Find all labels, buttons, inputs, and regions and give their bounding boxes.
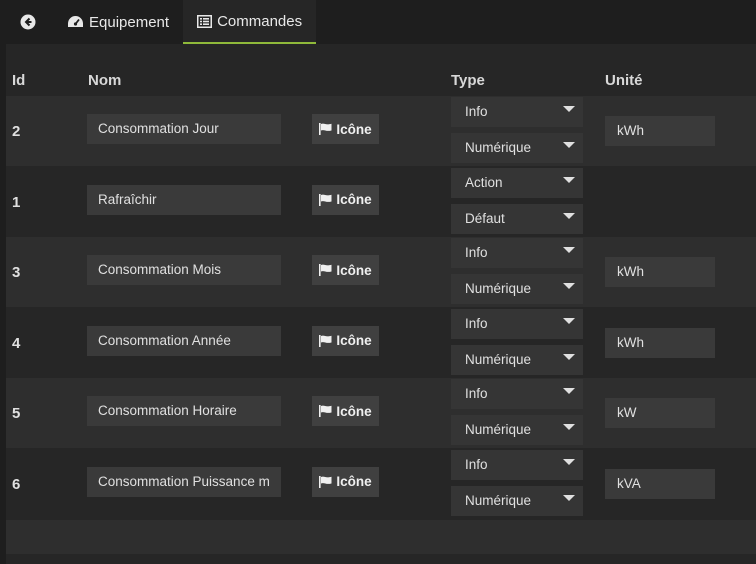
header-id: Id	[12, 72, 26, 89]
caret-down-icon	[563, 424, 575, 430]
type-select[interactable]: Info	[451, 449, 583, 480]
caret-down-icon	[563, 106, 575, 112]
caret-down-icon	[563, 494, 575, 501]
caret-down-icon	[563, 353, 575, 360]
icon-button-label: Icône	[336, 121, 372, 137]
type-select-value: Info	[465, 386, 488, 401]
tab-bar: Equipement Commandes	[6, 0, 756, 44]
flag-icon	[319, 193, 332, 206]
table-row: 5 Consommation Horaire Icône Info Numéri…	[6, 378, 756, 448]
caret-down-icon	[563, 458, 575, 465]
table-row: 1 Rafraîchir Icône Action Défaut	[6, 166, 756, 237]
command-name-input[interactable]: Rafraîchir	[87, 184, 281, 215]
icon-button[interactable]: Icône	[312, 114, 379, 144]
caret-down-icon	[563, 212, 575, 219]
type-select-value: Info	[465, 456, 488, 472]
type-select[interactable]: Info	[451, 308, 583, 339]
caret-down-icon	[563, 247, 575, 253]
icon-button-label: Icône	[336, 333, 372, 348]
command-id: 2	[12, 123, 21, 140]
icon-button[interactable]: Icône	[312, 396, 379, 426]
command-id: 5	[12, 405, 21, 422]
caret-down-icon	[563, 142, 575, 148]
caret-down-icon	[563, 388, 575, 394]
type-select-value: Info	[465, 245, 488, 260]
table-row: 2 Consommation Jour Icône Info Numérique…	[6, 96, 756, 166]
subtype-select-value: Numérique	[465, 422, 532, 437]
type-select[interactable]: Info	[451, 97, 583, 127]
command-id: 6	[12, 475, 21, 493]
unit-input[interactable]: kWh	[605, 257, 715, 287]
icon-button[interactable]: Icône	[312, 255, 379, 285]
subtype-select-value: Numérique	[465, 140, 532, 155]
type-select[interactable]: Info	[451, 238, 583, 268]
subtype-select[interactable]: Numérique	[451, 485, 583, 516]
tab-equipement[interactable]: Equipement	[53, 0, 183, 44]
flag-icon	[319, 264, 332, 276]
icon-button-label: Icône	[336, 262, 372, 278]
commands-panel: Id Nom Type Unité 2 Consommation Jour Ic…	[6, 44, 756, 564]
header-type: Type	[451, 72, 485, 89]
flag-icon	[319, 334, 332, 347]
flag-icon	[319, 475, 332, 488]
tachometer-icon	[68, 16, 83, 27]
type-select[interactable]: Action	[451, 167, 583, 198]
type-select-value: Action	[465, 174, 503, 190]
command-name-input[interactable]: Consommation Année	[87, 325, 281, 356]
tab-commandes[interactable]: Commandes	[183, 0, 317, 44]
command-id: 3	[12, 264, 21, 281]
table-row: 4 Consommation Année Icône Info Numériqu…	[6, 307, 756, 378]
tab-commandes-label: Commandes	[217, 12, 303, 30]
header-unite: Unité	[605, 72, 643, 89]
command-id: 4	[12, 334, 21, 352]
command-name-input[interactable]: Consommation Puissance m	[87, 466, 281, 497]
icon-button-label: Icône	[336, 192, 372, 207]
icon-button-label: Icône	[336, 403, 372, 419]
subtype-select[interactable]: Numérique	[451, 274, 583, 304]
list-alt-icon	[197, 14, 213, 28]
icon-button-label: Icône	[336, 474, 372, 489]
subtype-select-value: Défaut	[465, 210, 505, 226]
tab-equipement-label: Equipement	[89, 13, 170, 31]
unit-input[interactable]: kWh	[605, 327, 715, 358]
caret-down-icon	[563, 176, 575, 183]
arrow-circle-left-icon	[20, 14, 36, 30]
type-select-value: Info	[465, 104, 488, 119]
command-name-input[interactable]: Consommation Jour	[87, 114, 281, 144]
flag-icon	[319, 405, 332, 417]
subtype-select[interactable]: Numérique	[451, 344, 583, 375]
subtype-select[interactable]: Défaut	[451, 203, 583, 234]
flag-icon	[319, 123, 332, 135]
subtype-select[interactable]: Numérique	[451, 133, 583, 163]
command-id: 1	[12, 193, 21, 211]
table-header: Id Nom Type Unité	[6, 44, 756, 96]
subtype-select-value: Numérique	[465, 492, 532, 508]
type-select-value: Info	[465, 315, 488, 331]
header-nom: Nom	[88, 72, 122, 89]
caret-down-icon	[563, 317, 575, 324]
command-name-input[interactable]: Consommation Mois	[87, 255, 281, 285]
icon-button[interactable]: Icône	[312, 184, 379, 215]
table-row: 3 Consommation Mois Icône Info Numérique…	[6, 237, 756, 307]
subtype-select-value: Numérique	[465, 351, 532, 367]
table-row: 6 Consommation Puissance m Icône Info Nu…	[6, 448, 756, 519]
table-footer	[6, 520, 756, 554]
unit-input[interactable]: kW	[605, 398, 715, 428]
icon-button[interactable]: Icône	[312, 325, 379, 356]
type-select[interactable]: Info	[451, 379, 583, 409]
subtype-select-value: Numérique	[465, 281, 532, 296]
subtype-select[interactable]: Numérique	[451, 415, 583, 445]
back-button[interactable]	[6, 0, 53, 44]
unit-input[interactable]: kWh	[605, 116, 715, 146]
icon-button[interactable]: Icône	[312, 466, 379, 497]
caret-down-icon	[563, 283, 575, 289]
command-name-input[interactable]: Consommation Horaire	[87, 396, 281, 426]
unit-input[interactable]: kVA	[605, 468, 715, 499]
